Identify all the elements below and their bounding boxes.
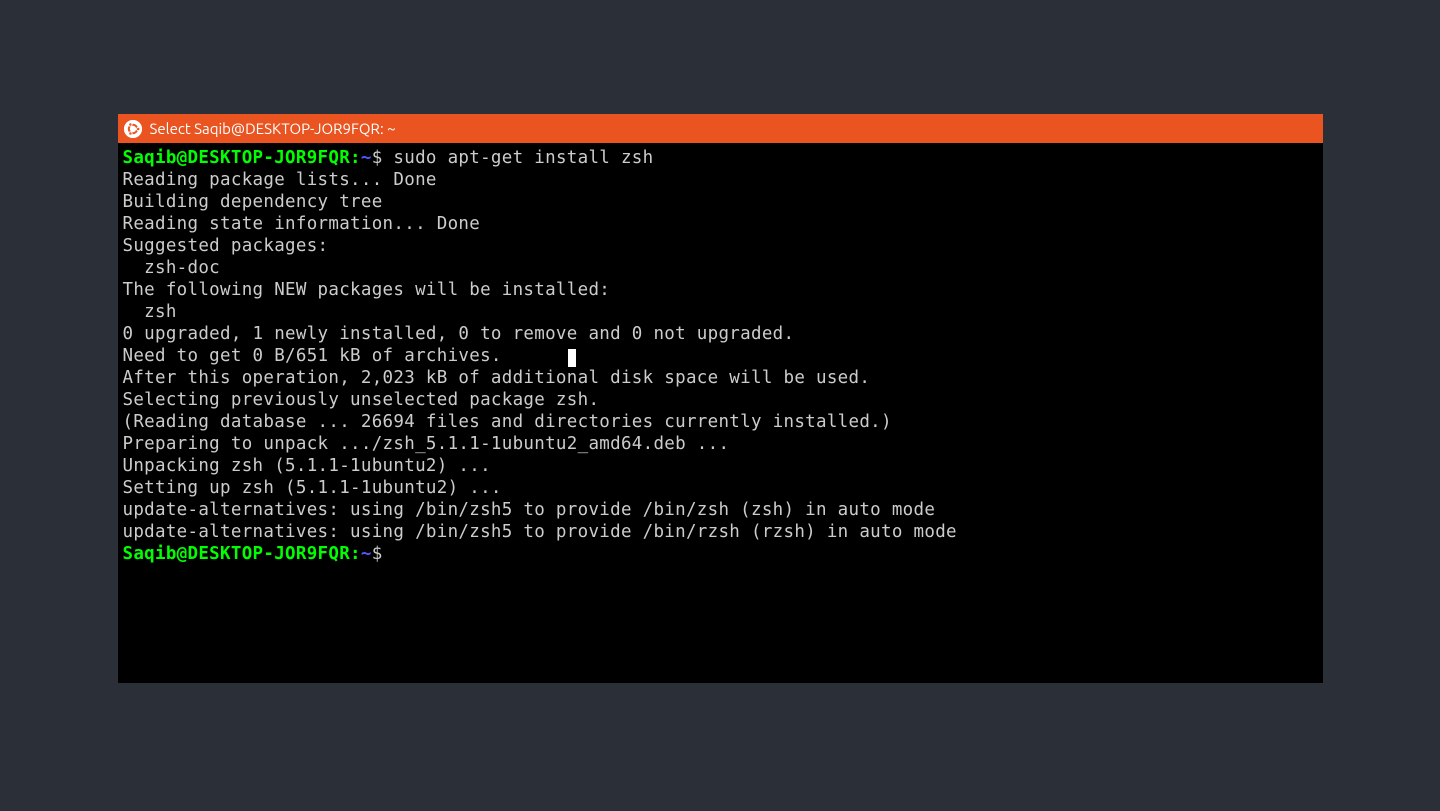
titlebar[interactable]: Select Saqib@DESKTOP-JOR9FQR: ~ — [118, 114, 1323, 143]
output-line: zsh-doc — [123, 257, 1318, 279]
output-line: (Reading database ... 26694 files and di… — [123, 411, 1318, 433]
prompt-line: Saqib@DESKTOP-JOR9FQR:~$ sudo apt-get in… — [123, 147, 1318, 169]
output-line: update-alternatives: using /bin/zsh5 to … — [123, 499, 1318, 521]
output-line: The following NEW packages will be insta… — [123, 279, 1318, 301]
output-line: zsh — [123, 301, 1318, 323]
prompt-dollar: $ — [372, 148, 383, 168]
output-line: update-alternatives: using /bin/zsh5 to … — [123, 521, 1318, 543]
output-line: Unpacking zsh (5.1.1-1ubuntu2) ... — [123, 455, 1318, 477]
window-title: Select Saqib@DESKTOP-JOR9FQR: ~ — [150, 120, 396, 137]
prompt-line: Saqib@DESKTOP-JOR9FQR:~$ — [123, 543, 1318, 565]
terminal-body[interactable]: Saqib@DESKTOP-JOR9FQR:~$ sudo apt-get in… — [118, 143, 1323, 683]
terminal-window: Select Saqib@DESKTOP-JOR9FQR: ~ Saqib@DE… — [118, 114, 1323, 683]
prompt-path: ~ — [361, 544, 372, 564]
prompt-userhost: Saqib@DESKTOP-JOR9FQR: — [123, 148, 361, 168]
command-text: sudo apt-get install zsh — [383, 148, 654, 168]
output-line: Reading package lists... Done — [123, 169, 1318, 191]
cursor-icon — [568, 349, 576, 367]
ubuntu-icon — [124, 120, 142, 138]
prompt-userhost: Saqib@DESKTOP-JOR9FQR: — [123, 544, 361, 564]
prompt-dollar: $ — [372, 544, 383, 564]
output-line: Selecting previously unselected package … — [123, 389, 1318, 411]
output-line: Preparing to unpack .../zsh_5.1.1-1ubunt… — [123, 433, 1318, 455]
output-line: Building dependency tree — [123, 191, 1318, 213]
output-line: Reading state information... Done — [123, 213, 1318, 235]
output-line: Setting up zsh (5.1.1-1ubuntu2) ... — [123, 477, 1318, 499]
prompt-path: ~ — [361, 148, 372, 168]
output-line: Suggested packages: — [123, 235, 1318, 257]
output-line: 0 upgraded, 1 newly installed, 0 to remo… — [123, 323, 1318, 345]
output-line: After this operation, 2,023 kB of additi… — [123, 367, 1318, 389]
output-line: Need to get 0 B/651 kB of archives. — [123, 345, 1318, 367]
